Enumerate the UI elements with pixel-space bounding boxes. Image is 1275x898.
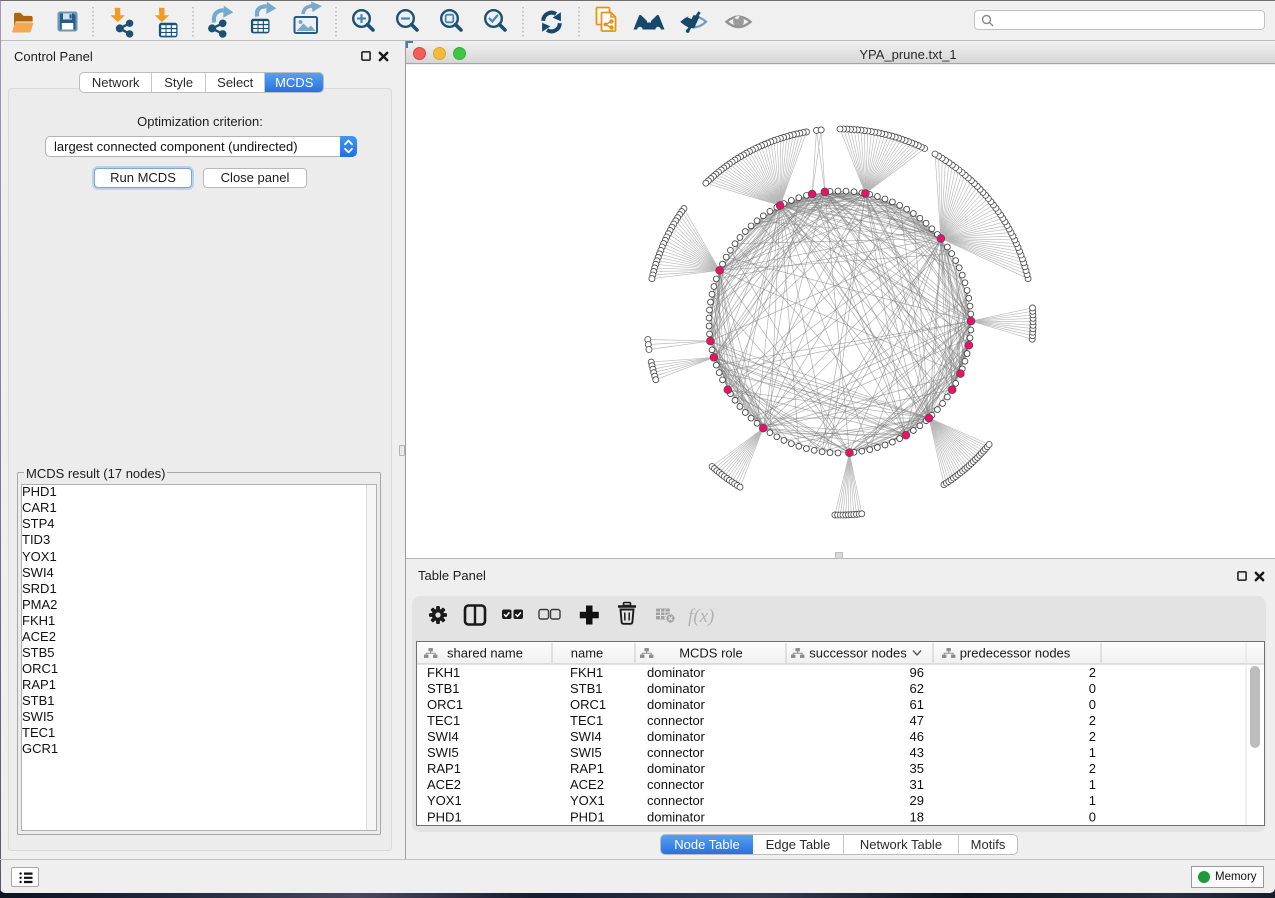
svg-text:FKH1: FKH1 xyxy=(427,665,460,680)
svg-text:dominator: dominator xyxy=(647,761,705,776)
svg-text:SWI4: SWI4 xyxy=(570,729,602,744)
svg-text:ORC1: ORC1 xyxy=(427,697,463,712)
svg-text:name: name xyxy=(571,646,604,661)
svg-text:47: 47 xyxy=(910,713,924,728)
svg-text:2: 2 xyxy=(1089,761,1096,776)
svg-text:STB1: STB1 xyxy=(427,681,460,696)
svg-text:18: 18 xyxy=(910,809,924,824)
svg-text:35: 35 xyxy=(910,761,924,776)
svg-text:dominator: dominator xyxy=(647,665,705,680)
svg-text:ACE2: ACE2 xyxy=(427,777,461,792)
svg-text:2: 2 xyxy=(1089,713,1096,728)
svg-text:0: 0 xyxy=(1089,681,1096,696)
svg-text:0: 0 xyxy=(1089,697,1096,712)
svg-text:TEC1: TEC1 xyxy=(427,713,460,728)
svg-text:2: 2 xyxy=(1089,665,1096,680)
svg-text:46: 46 xyxy=(910,729,924,744)
svg-text:43: 43 xyxy=(910,745,924,760)
svg-text:RAP1: RAP1 xyxy=(570,761,604,776)
svg-text:0: 0 xyxy=(1089,809,1096,824)
svg-text:STB1: STB1 xyxy=(570,681,603,696)
svg-text:MCDS role: MCDS role xyxy=(679,646,743,661)
svg-text:YOX1: YOX1 xyxy=(427,793,462,808)
svg-text:61: 61 xyxy=(910,697,924,712)
svg-text:dominator: dominator xyxy=(647,729,705,744)
svg-text:SWI4: SWI4 xyxy=(427,729,459,744)
svg-text:RAP1: RAP1 xyxy=(427,761,461,776)
svg-text:dominator: dominator xyxy=(647,681,705,696)
svg-text:connector: connector xyxy=(647,777,705,792)
svg-text:dominator: dominator xyxy=(647,697,705,712)
svg-text:SWI5: SWI5 xyxy=(427,745,459,760)
svg-text:PHD1: PHD1 xyxy=(570,809,605,824)
svg-text:SWI5: SWI5 xyxy=(570,745,602,760)
svg-text:62: 62 xyxy=(910,681,924,696)
svg-text:TEC1: TEC1 xyxy=(570,713,603,728)
svg-text:dominator: dominator xyxy=(647,809,705,824)
svg-text:predecessor nodes: predecessor nodes xyxy=(960,646,1071,661)
svg-text:connector: connector xyxy=(647,713,705,728)
svg-text:1: 1 xyxy=(1089,793,1096,808)
svg-text:1: 1 xyxy=(1089,777,1096,792)
svg-text:1: 1 xyxy=(1089,745,1096,760)
svg-text:successor nodes: successor nodes xyxy=(809,646,907,661)
svg-text:ORC1: ORC1 xyxy=(570,697,606,712)
svg-text:FKH1: FKH1 xyxy=(570,665,603,680)
svg-text:YOX1: YOX1 xyxy=(570,793,605,808)
svg-text:connector: connector xyxy=(647,793,705,808)
svg-text:31: 31 xyxy=(910,777,924,792)
svg-text:connector: connector xyxy=(647,745,705,760)
svg-text:PHD1: PHD1 xyxy=(427,809,462,824)
svg-text:29: 29 xyxy=(910,793,924,808)
svg-text:96: 96 xyxy=(910,665,924,680)
svg-text:shared name: shared name xyxy=(447,646,523,661)
svg-text:2: 2 xyxy=(1089,729,1096,744)
svg-text:ACE2: ACE2 xyxy=(570,777,604,792)
